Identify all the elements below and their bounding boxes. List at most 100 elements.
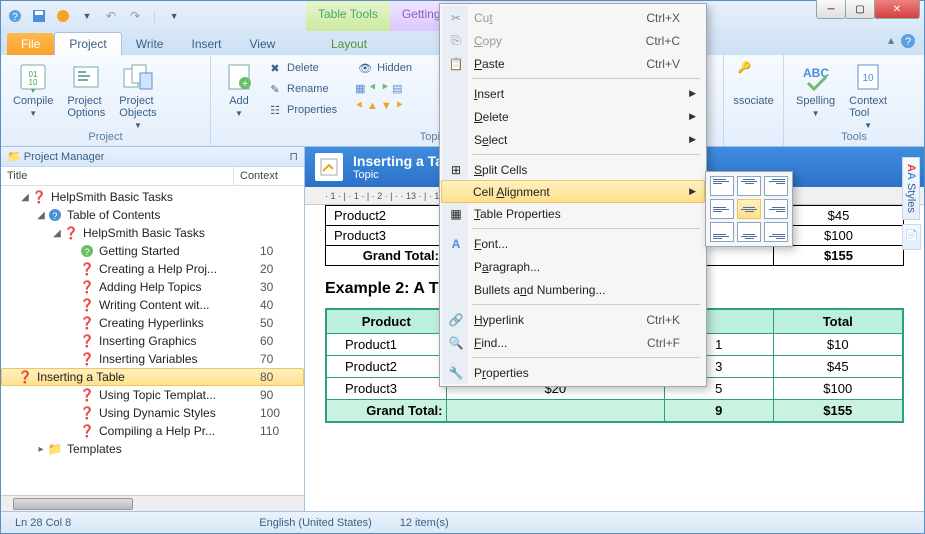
minimize-button[interactable]: ─ — [816, 0, 846, 19]
svg-text:?: ? — [12, 12, 18, 23]
align-bottom-center[interactable] — [737, 222, 761, 242]
ctx-font[interactable]: AFont... — [442, 232, 704, 255]
ctx-paste[interactable]: 📋PasteCtrl+V — [442, 52, 704, 75]
ctx-split-cells[interactable]: ⊞Split Cells — [442, 158, 704, 181]
folder-icon: 📁 — [47, 441, 63, 457]
tree-item[interactable]: ❓Compiling a Help Pr...110 — [1, 422, 304, 440]
context-tool-icon: 10 — [852, 61, 884, 93]
topic-icon: ❓ — [79, 405, 95, 421]
tree-item[interactable]: ❓Writing Content wit...40 — [1, 296, 304, 314]
align-top-left[interactable] — [710, 176, 734, 196]
objects-icon — [122, 61, 154, 93]
move-right-icon[interactable]: ⯈ — [380, 82, 389, 95]
pin-icon[interactable]: ⊓ — [289, 150, 298, 163]
ctx-cut[interactable]: ✂CutCtrl+X — [442, 6, 704, 29]
tree-templates[interactable]: ▸📁Templates — [1, 440, 304, 458]
project-tab[interactable]: Project — [54, 32, 121, 55]
ctx-find[interactable]: 🔍Find...Ctrl+F — [442, 331, 704, 354]
align-middle-right[interactable] — [764, 199, 788, 219]
tree-item[interactable]: ❓Using Dynamic Styles100 — [1, 404, 304, 422]
add-icon: + — [223, 61, 255, 93]
delete-button[interactable]: ✖Delete — [265, 59, 339, 77]
table-tools-tab[interactable]: Table Tools — [306, 1, 390, 31]
project-group-label: Project — [1, 129, 210, 145]
write-tab[interactable]: Write — [122, 33, 178, 55]
close-button[interactable]: ✕ — [874, 0, 920, 19]
ctx-cell-alignment[interactable]: Cell Alignment▶ — [441, 180, 705, 203]
align-middle-left[interactable] — [710, 199, 734, 219]
maximize-button[interactable]: ▢ — [845, 0, 875, 19]
tree-item[interactable]: ❓Inserting Variables70 — [1, 350, 304, 368]
align-bottom-left[interactable] — [710, 222, 734, 242]
align-top-center[interactable] — [737, 176, 761, 196]
tree-item[interactable]: ❓Creating a Help Proj...20 — [1, 260, 304, 278]
align-top-right[interactable] — [764, 176, 788, 196]
ctx-table-properties[interactable]: ▦Table Properties — [442, 202, 704, 225]
tree-item[interactable]: ❓Inserting Graphics60 — [1, 332, 304, 350]
arrow-right-icon[interactable]: ⯈ — [395, 100, 404, 113]
tree-item-selected[interactable]: ❓Inserting a Table80 — [1, 368, 304, 386]
styles-sidetab[interactable]: AA Styles — [902, 157, 920, 220]
ctx-paragraph[interactable]: Paragraph... — [442, 255, 704, 278]
add-button[interactable]: + Add ▼ — [219, 59, 259, 120]
undo-icon[interactable]: ↶ — [101, 6, 121, 26]
topic-icon: ❓ — [79, 387, 95, 403]
view-icon[interactable]: ▤ — [392, 82, 402, 95]
associate-button[interactable]: 🔑 ssociate — [732, 59, 775, 109]
qat-dropdown-icon[interactable]: ▼ — [77, 6, 97, 26]
context-tool-button[interactable]: 10 Context Tool ▼ — [845, 59, 891, 132]
file-tab[interactable]: File — [7, 33, 54, 55]
tree-item[interactable]: ◢❓HelpSmith Basic Tasks — [1, 224, 304, 242]
ctx-hyperlink[interactable]: 🔗HyperlinkCtrl+K — [442, 308, 704, 331]
tree-item[interactable]: ❓Adding Help Topics30 — [1, 278, 304, 296]
tree-item[interactable]: ❓Using Topic Templat...90 — [1, 386, 304, 404]
tree-toc[interactable]: ◢?Table of Contents — [1, 206, 304, 224]
col-context[interactable]: Context — [234, 167, 304, 185]
help-icon[interactable]: ? — [900, 33, 916, 52]
second-sidetab[interactable]: 📄 — [902, 224, 921, 250]
grid-icon[interactable]: ▦ — [355, 82, 365, 95]
rename-button[interactable]: ✎Rename — [265, 80, 339, 98]
view-tab[interactable]: View — [236, 33, 290, 55]
ctx-select[interactable]: Select▶ — [442, 128, 704, 151]
save-icon[interactable] — [29, 6, 49, 26]
ctx-bullets[interactable]: Bullets and Numbering... — [442, 278, 704, 301]
ctx-delete[interactable]: Delete▶ — [442, 105, 704, 128]
ctx-insert[interactable]: Insert▶ — [442, 82, 704, 105]
col-title[interactable]: Title — [1, 167, 234, 185]
cut-icon: ✂ — [448, 10, 464, 26]
ctx-copy[interactable]: ⎘CopyCtrl+C — [442, 29, 704, 52]
insert-tab[interactable]: Insert — [177, 33, 235, 55]
redo-icon[interactable]: ↷ — [125, 6, 145, 26]
horizontal-scrollbar[interactable] — [1, 495, 304, 511]
arrow-up-icon[interactable]: ▲ — [367, 100, 378, 113]
move-left-icon[interactable]: ⯇ — [369, 82, 378, 95]
tree-item[interactable]: ?Getting Started10 — [1, 242, 304, 260]
associate-icon: 🔑 — [738, 61, 770, 93]
tree-root[interactable]: ◢❓HelpSmith Basic Tasks — [1, 188, 304, 206]
properties-button[interactable]: ☷Properties — [265, 101, 339, 119]
project-manager-header: 📁 Project Manager ⊓ — [1, 147, 304, 167]
status-language[interactable]: English (United States) — [245, 517, 386, 529]
layout-tab[interactable]: Layout — [317, 33, 381, 55]
arrow-down-icon[interactable]: ▼ — [381, 100, 392, 113]
table-props-icon: ▦ — [448, 206, 464, 222]
spelling-icon: ABC — [800, 61, 832, 93]
qat-more-icon[interactable]: ▼ — [164, 6, 184, 26]
compile-button[interactable]: 0110 Compile ▼ — [9, 59, 57, 132]
compile-icon[interactable] — [53, 6, 73, 26]
project-options-button[interactable]: Project Options — [63, 59, 109, 132]
minimize-ribbon-icon[interactable]: ▴ — [888, 33, 894, 52]
pm-columns: Title Context — [1, 167, 304, 186]
align-middle-center[interactable] — [737, 199, 761, 219]
project-manager-panel: 📁 Project Manager ⊓ Title Context ◢❓Help… — [1, 147, 305, 511]
project-objects-button[interactable]: Project Objects ▼ — [115, 59, 160, 132]
spelling-button[interactable]: ABC Spelling ▼ — [792, 59, 839, 132]
ctx-properties[interactable]: 🔧Properties — [442, 361, 704, 384]
app-icon[interactable]: ? — [5, 6, 25, 26]
align-bottom-right[interactable] — [764, 222, 788, 242]
hidden-button[interactable]: 👁Hidden — [355, 59, 414, 77]
svg-text:?: ? — [52, 211, 57, 221]
tree-item[interactable]: ❓Creating Hyperlinks50 — [1, 314, 304, 332]
arrow-left-icon[interactable]: ⯇ — [355, 100, 364, 113]
